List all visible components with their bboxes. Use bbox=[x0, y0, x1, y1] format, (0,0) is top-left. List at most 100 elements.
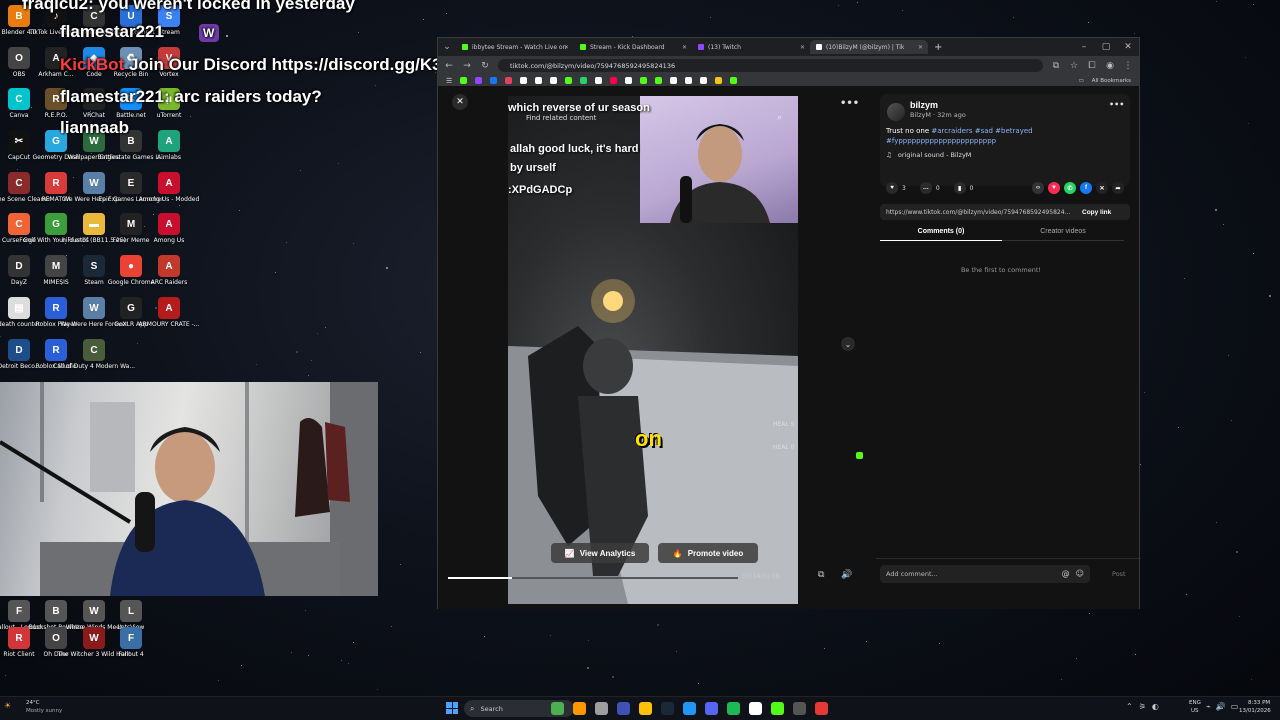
bookmark-icon[interactable] bbox=[640, 77, 648, 84]
promote-video-button[interactable]: 🔥 Promote video bbox=[658, 543, 758, 563]
forward-icon[interactable]: → bbox=[462, 61, 472, 71]
close-video-button[interactable]: ✕ bbox=[452, 94, 468, 110]
desktop-icon[interactable]: CCrime Scene Cleaner bbox=[0, 172, 51, 203]
taskbar-app-icon[interactable] bbox=[639, 702, 652, 715]
desktop-icon[interactable]: ● Google Chrome bbox=[108, 255, 154, 286]
desktop-icon[interactable]: C Call of Duty 4 Modern Wa... bbox=[53, 339, 135, 370]
author-name[interactable]: bilzym bbox=[910, 100, 938, 110]
close-icon[interactable]: ✕ bbox=[918, 44, 923, 51]
taskbar-app-icon[interactable] bbox=[661, 702, 674, 715]
bookmark-icon[interactable] bbox=[490, 77, 498, 84]
more-options-icon[interactable]: ••• bbox=[840, 98, 859, 109]
desktop-icon[interactable]: A ARMOURY CRATE -... bbox=[139, 297, 199, 328]
taskbar-app-icon[interactable] bbox=[617, 702, 630, 715]
mention-icon[interactable]: @ bbox=[1062, 569, 1070, 578]
progress-track[interactable] bbox=[448, 577, 738, 579]
desktop-icon[interactable]: M MIMESIS bbox=[37, 255, 75, 286]
bookmark-icon[interactable] bbox=[670, 77, 678, 84]
bookmark-icon[interactable] bbox=[550, 77, 558, 84]
post-button[interactable]: Post bbox=[1112, 570, 1126, 578]
desktop-icon[interactable]: M Fever Meme bbox=[112, 213, 150, 244]
desktop-icon[interactable]: C Canva bbox=[0, 88, 38, 119]
desktop-icon[interactable]: D Detroit Beco... bbox=[0, 339, 41, 370]
video-player[interactable]: Find related content ⌕ which reverse of … bbox=[508, 96, 798, 604]
taskbar-app-icon[interactable] bbox=[815, 702, 828, 715]
start-icon[interactable] bbox=[446, 702, 458, 714]
taskbar-app-icon[interactable] bbox=[595, 702, 608, 715]
facebook-icon[interactable]: f bbox=[1080, 182, 1092, 194]
comment-input[interactable]: Add comment... @ ☺ bbox=[880, 564, 1090, 583]
video-link[interactable]: https://www.tiktok.com/@bilzym/video/759… bbox=[886, 209, 1074, 216]
pip-icon[interactable]: ⧉ bbox=[818, 570, 824, 580]
view-analytics-button[interactable]: 📈 View Analytics bbox=[551, 543, 649, 563]
window-close-icon[interactable]: ✕ bbox=[1123, 42, 1133, 52]
emoji-icon[interactable]: ☺ bbox=[1076, 569, 1084, 578]
tab-comments[interactable]: Comments (0) bbox=[880, 223, 1002, 241]
bookmark-star-icon[interactable]: ☆ bbox=[1069, 61, 1079, 71]
extensions-icon[interactable]: ⧠ bbox=[1087, 61, 1097, 71]
tab-twitch[interactable]: (13) Twitch ✕ bbox=[692, 40, 810, 54]
clock-date[interactable]: 13/01/2026 bbox=[1239, 708, 1271, 714]
maximize-icon[interactable]: ▢ bbox=[1101, 42, 1111, 52]
url-input[interactable]: tiktok.com/@bilzym/video/759476859249582… bbox=[498, 59, 1043, 72]
desktop-icon[interactable]: A Among Us - Modded bbox=[139, 172, 199, 203]
tab-creator-videos[interactable]: Creator videos bbox=[1002, 223, 1124, 241]
bookmark-icon[interactable] bbox=[460, 77, 468, 84]
bookmark-icon[interactable] bbox=[700, 77, 708, 84]
bookmark-icon[interactable] bbox=[520, 77, 528, 84]
desktop-icon[interactable]: W The Witcher 3 Wild Hunt bbox=[57, 627, 131, 658]
desktop-icon[interactable]: W We Were Here Forever bbox=[60, 297, 128, 328]
taskbar-app-icon[interactable] bbox=[573, 702, 586, 715]
volume-icon[interactable]: 🔊 bbox=[841, 570, 852, 580]
bookmark-icon[interactable] bbox=[565, 77, 573, 84]
close-icon[interactable]: ✕ bbox=[564, 44, 569, 51]
bookmark-icon[interactable] bbox=[655, 77, 663, 84]
language-bottom[interactable]: US bbox=[1191, 708, 1199, 714]
back-icon[interactable]: ← bbox=[444, 61, 454, 71]
chevron-down-icon[interactable]: ⌄ bbox=[841, 337, 855, 351]
profile-icon[interactable]: ◉ bbox=[1105, 61, 1115, 71]
apps-icon[interactable]: ☰ bbox=[446, 77, 452, 85]
share-icon[interactable]: ➦ bbox=[1112, 182, 1124, 194]
reload-icon[interactable]: ↻ bbox=[480, 61, 490, 71]
menu-icon[interactable]: ⋮ bbox=[1123, 61, 1133, 71]
install-icon[interactable]: ⧉ bbox=[1051, 61, 1061, 71]
copy-link-button[interactable]: Copy link bbox=[1082, 209, 1111, 216]
hashtags-2[interactable]: #fypppppppppppppppppppppp bbox=[886, 137, 996, 145]
bookmark-icon[interactable] bbox=[610, 77, 618, 84]
tab-search-icon[interactable]: ⌄ bbox=[442, 42, 452, 52]
taskbar-app-icon[interactable] bbox=[727, 702, 740, 715]
bookmark-icon[interactable] bbox=[715, 77, 723, 84]
desktop-icon[interactable]: O OBS bbox=[0, 47, 38, 78]
tab-kick-dashboard[interactable]: Stream - Kick Dashboard ✕ bbox=[574, 40, 692, 54]
all-bookmarks[interactable]: All Bookmarks bbox=[1092, 78, 1131, 84]
desktop-icon[interactable]: A Among Us bbox=[150, 213, 188, 244]
tab-kick-stream[interactable]: ibbytee Stream - Watch Live on ✕ bbox=[456, 40, 574, 54]
desktop-icon[interactable]: A ARC Raiders bbox=[150, 255, 188, 286]
taskbar-app-icon[interactable] bbox=[793, 702, 806, 715]
bookmark-icon[interactable] bbox=[625, 77, 633, 84]
search-icon[interactable]: ⌕ bbox=[777, 113, 782, 123]
more-icon[interactable]: ••• bbox=[1109, 100, 1124, 109]
desktop-icon[interactable]: ▬ hiidustbf (BB11.5.25) bbox=[62, 213, 126, 244]
taskbar-app-icon[interactable] bbox=[705, 702, 718, 715]
taskbar-app-icon[interactable] bbox=[749, 702, 762, 715]
comment-icon[interactable]: … bbox=[919, 182, 932, 194]
weather-icon[interactable]: ☀ bbox=[4, 701, 11, 710]
x-icon[interactable]: ✕ bbox=[1096, 182, 1108, 194]
close-icon[interactable]: ✕ bbox=[682, 44, 687, 51]
bookmark-icon[interactable] bbox=[475, 77, 483, 84]
bookmark-icon[interactable] bbox=[730, 77, 738, 84]
avatar[interactable] bbox=[887, 103, 905, 121]
desktop-icon[interactable]: A Aimlabs bbox=[150, 130, 188, 161]
bookmark-icon[interactable]: ▮ bbox=[953, 182, 966, 194]
heart-icon[interactable]: ♥ bbox=[886, 182, 898, 194]
new-tab-button[interactable]: + bbox=[934, 42, 942, 53]
taskbar-app-icon[interactable] bbox=[551, 702, 564, 715]
desktop-icon[interactable]: R Riot Client bbox=[0, 627, 38, 658]
repost-icon[interactable]: ▼ bbox=[1048, 182, 1060, 194]
taskbar-app-icon[interactable] bbox=[683, 702, 696, 715]
desktop-icon[interactable]: D DayZ bbox=[0, 255, 38, 286]
taskbar-app-icon[interactable] bbox=[771, 702, 784, 715]
desktop-icon[interactable]: F Fallout 4 bbox=[112, 627, 150, 658]
